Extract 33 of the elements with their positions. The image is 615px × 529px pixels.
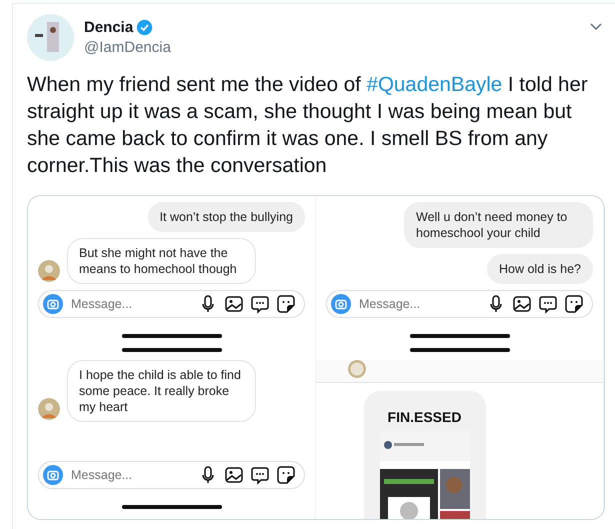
image-icon[interactable]	[224, 294, 244, 314]
message-field[interactable]: Message...	[326, 290, 593, 318]
image-icon[interactable]	[224, 465, 244, 485]
author-handle[interactable]: @IamDencia	[84, 39, 171, 56]
sticker-icon[interactable]	[564, 294, 584, 314]
chat-bubble-icon[interactable]	[250, 294, 270, 314]
avatar-icon	[348, 360, 366, 378]
message-field[interactable]: Message...	[38, 461, 305, 489]
tweet-text: When my friend sent me the video of #QuadenBayle I told her straight up it was a scam, she thought I was being mean but she came back to confirm it was one. I smell BS from any corner.This was the conversation	[27, 72, 589, 179]
message-input[interactable]: Message...	[69, 467, 192, 483]
camera-icon[interactable]	[43, 465, 63, 485]
message-bubble: But she might not have the means to homechool though	[67, 238, 256, 284]
hashtag-link[interactable]: #QuadenBayle	[366, 73, 502, 96]
avatar-icon	[38, 398, 60, 420]
message-bubble: It won’t stop the bullying	[148, 202, 305, 232]
sticker-icon[interactable]	[276, 294, 296, 314]
message-bubble: I hope the child is able to find some peace. It really broke my heart	[67, 360, 256, 422]
author-name[interactable]: Dencia	[84, 19, 134, 36]
message-bubble: Well u don’t need money to homeschool your child	[404, 202, 593, 248]
image-icon[interactable]	[512, 294, 532, 314]
camera-icon[interactable]	[43, 294, 63, 314]
post-title: FIN.ESSED	[388, 409, 462, 425]
message-input[interactable]: Message...	[69, 296, 192, 312]
avatar-icon	[38, 260, 60, 282]
chat-bubble-icon[interactable]	[538, 294, 558, 314]
camera-icon[interactable]	[331, 294, 351, 314]
message-field[interactable]: Message...	[38, 290, 305, 318]
message-input[interactable]: Message...	[357, 296, 480, 312]
message-bubble: How old is he?	[487, 254, 593, 284]
avatar-icon[interactable]	[27, 14, 74, 61]
sticker-icon[interactable]	[276, 465, 296, 485]
chat-bubble-icon[interactable]	[250, 465, 270, 485]
chevron-icon[interactable]	[589, 22, 603, 32]
